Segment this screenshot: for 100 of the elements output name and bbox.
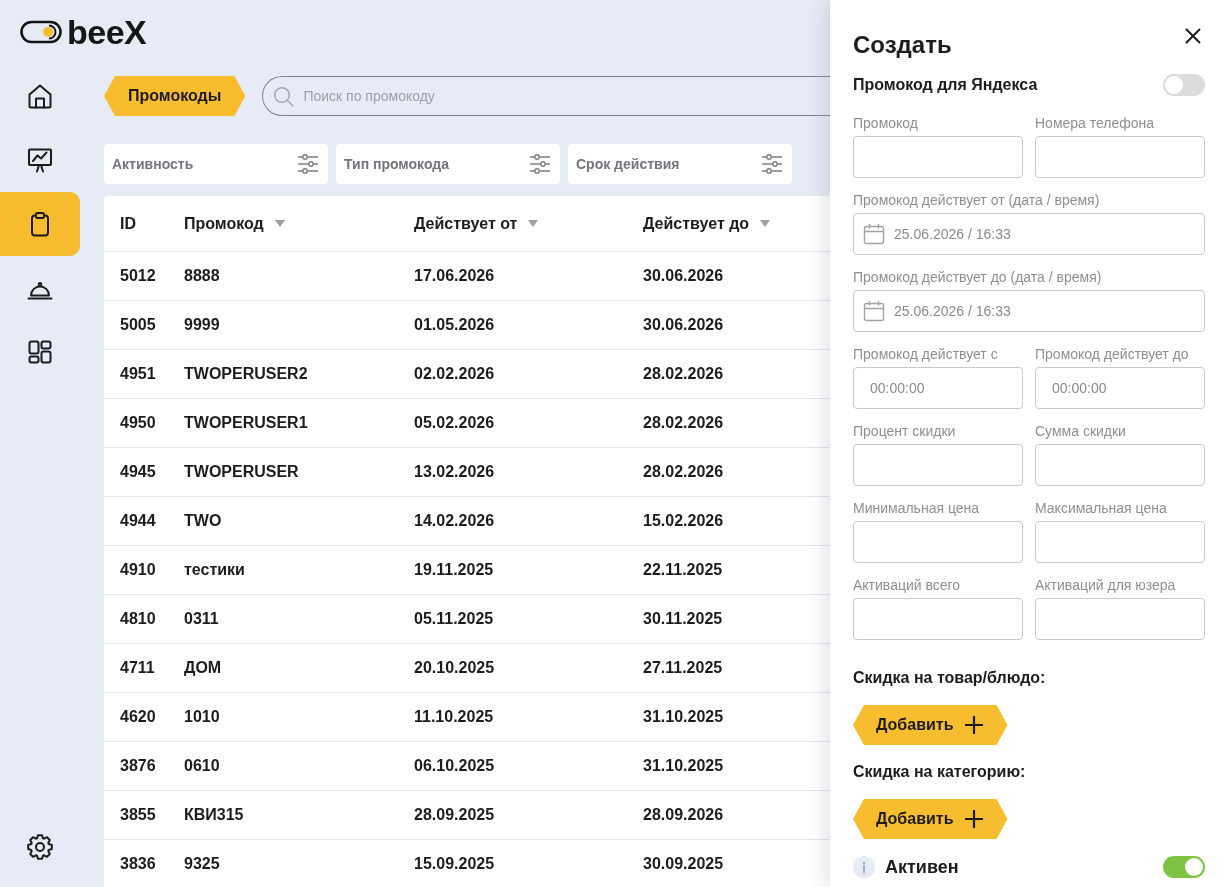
logo-text: beeX [67,15,147,49]
input-field[interactable] [1035,444,1205,486]
field-label: Промокод [853,115,919,132]
plus-icon [963,809,984,829]
column-header: ID [120,214,136,233]
input-field[interactable] [853,598,1023,640]
table-cell: 19.11.2025 [414,561,494,579]
table-cell: 0311 [184,610,219,628]
input-field[interactable] [853,136,1023,178]
sort-caret-icon [760,220,771,227]
column-header[interactable]: Промокод [184,214,285,233]
section-heading: Скидка на категорию: [853,762,1027,782]
panel-title: Создать [853,31,952,59]
plus-icon [963,715,984,735]
field-label: Промокод действует с [853,346,999,363]
table-cell: 13.02.2026 [414,463,495,481]
table-cell: ДОМ [184,659,222,677]
table-cell: КВИ315 [184,806,244,824]
field-label: Процент скидки [853,423,957,440]
field-label: Максимальная цена [1035,500,1168,517]
sort-caret-icon [274,220,285,227]
table-cell: 3855 [120,806,156,824]
input-field[interactable] [1035,136,1205,178]
table-cell: 14.02.2026 [414,512,495,530]
table-cell: тестики [184,561,245,579]
table-cell: 9325 [184,855,220,873]
table-cell: 4944 [120,512,156,530]
table-cell: TWO [184,512,222,530]
table-cell: TWOPERUSER2 [184,365,308,383]
field-label: Промокод действует до [1035,346,1190,363]
table-cell: 20.10.2025 [414,659,495,677]
date-field[interactable]: 25.06.2026 / 16:33 [853,290,1205,332]
time-field[interactable]: 00:00:00 [1035,367,1205,409]
sliders-icon [297,153,319,175]
calendar-icon [863,223,885,245]
input-field[interactable] [1035,521,1205,563]
table-cell: 4950 [120,414,156,432]
info-icon [853,856,875,878]
table-cell: 28.09.2026 [643,806,724,824]
field-label: Номера телефона [1035,115,1156,132]
table-cell: 30.09.2025 [643,855,724,873]
column-header[interactable]: Действует до [643,214,771,233]
calendar-icon [863,300,885,322]
house-icon [26,82,54,110]
close-icon [1185,28,1201,44]
table-cell: 28.09.2025 [414,806,495,824]
input-field[interactable] [1035,598,1205,640]
nav-item[interactable] [0,192,80,256]
grid-icon [26,338,54,366]
filter-dropdown[interactable]: Тип промокода [336,144,560,184]
sliders-icon [529,153,551,175]
table-cell: 4951 [120,365,156,383]
table-cell: 28.02.2026 [643,463,724,481]
table-cell: 0610 [184,757,220,775]
column-header[interactable]: Действует от [414,214,539,233]
table-cell: 06.10.2025 [414,757,495,775]
search-field[interactable]: Поиск по промокоду [262,76,830,116]
input-field[interactable] [853,521,1023,563]
filter-dropdown[interactable]: Срок действия [568,144,792,184]
table-cell: 30.06.2026 [643,316,724,334]
input-field[interactable] [853,444,1023,486]
table-cell: 5005 [120,316,156,334]
table-cell: 1010 [184,708,220,726]
table-cell: 3836 [120,855,156,873]
sort-caret-icon [528,220,539,227]
date-field[interactable]: 25.06.2026 / 16:33 [853,213,1205,255]
table-cell: TWOPERUSER [184,463,299,481]
toggle-switch[interactable] [1163,856,1205,878]
table-cell: 28.02.2026 [643,414,724,432]
table-cell: 22.11.2025 [643,561,723,579]
field-label: Минимальная цена [853,500,981,517]
field-label: Активаций для юзера [1035,577,1177,594]
toggle-label: Активен [885,856,959,878]
table-cell: 5012 [120,267,156,285]
section-heading: Скидка на товар/блюдо: [853,668,1047,688]
table-cell: 27.11.2025 [643,659,723,677]
table-cell: 17.06.2026 [414,267,495,285]
table-cell: TWOPERUSER1 [184,414,308,432]
table-cell: 11.10.2025 [414,708,494,726]
toggle-switch[interactable] [1163,74,1205,96]
time-field[interactable]: 00:00:00 [853,367,1023,409]
table-cell: 05.11.2025 [414,610,494,628]
table-cell: 02.02.2026 [414,365,495,383]
filter-dropdown[interactable]: Активность [104,144,328,184]
table-cell: 30.06.2026 [643,267,724,285]
logo-mark-icon [20,20,62,44]
table-cell: 4711 [120,659,155,677]
table-cell: 8888 [184,267,220,285]
toggle-label: Промокод для Яндекса [853,76,1038,94]
table-cell: 15.02.2026 [643,512,724,530]
table-cell: 28.02.2026 [643,365,724,383]
table-cell: 31.10.2025 [643,757,724,775]
sliders-icon [761,153,783,175]
add-button[interactable]: Добавить [853,799,1008,839]
table-cell: 01.05.2026 [414,316,495,334]
table-cell: 3876 [120,757,156,775]
chart-board-icon [26,146,54,174]
table-cell: 15.09.2025 [414,855,495,873]
table-cell: 4810 [120,610,156,628]
add-button[interactable]: Добавить [853,705,1008,745]
